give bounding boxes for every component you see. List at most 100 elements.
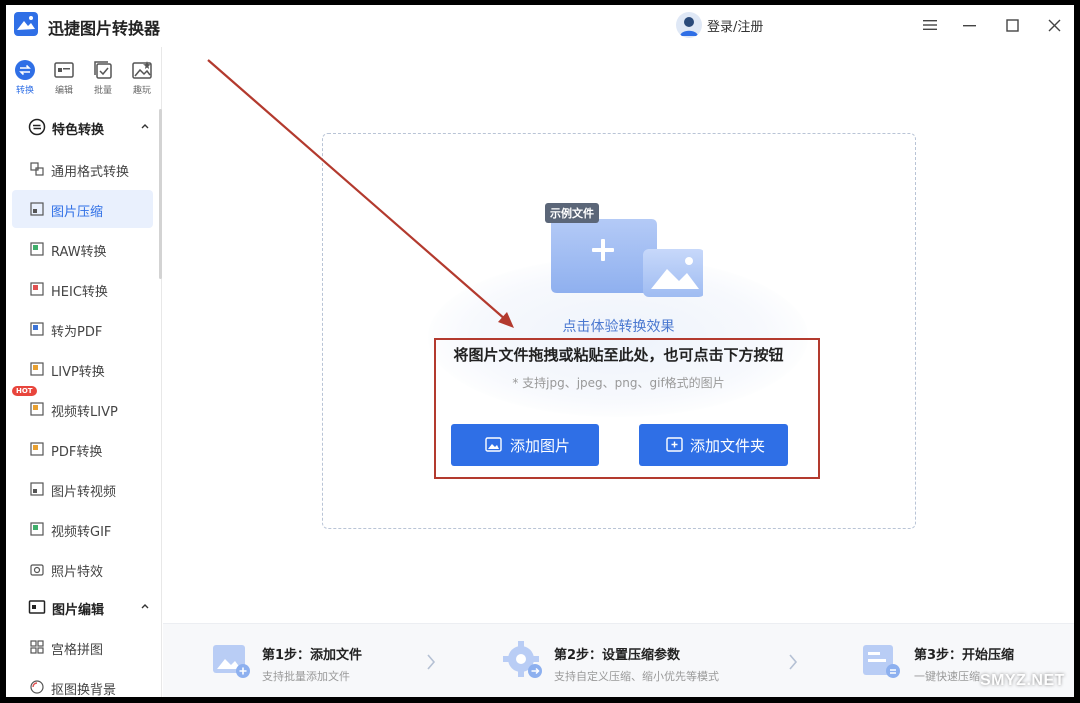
image-video-icon [30,482,44,496]
sidebar-item-label: 转为PDF [51,325,103,340]
sidebar-item-label: 图片压缩 [51,205,104,220]
gif-icon [30,522,44,536]
special-convert-icon [28,118,46,136]
sidebar-item-label: 视频转GIF [51,525,112,540]
add-folder-button[interactable]: 添加文件夹 [639,424,788,466]
minimize-button[interactable] [955,11,985,39]
add-file-step-icon [213,645,250,678]
sidebar-item-livp[interactable]: LIVP转换 [12,350,153,388]
chevron-up-icon [141,124,149,129]
livp-icon [30,362,44,376]
image-icon [485,437,502,452]
add-folder-icon [666,437,683,452]
mode-rail: 转换 编辑 批量 趣玩 [6,47,162,105]
close-icon [1048,19,1060,31]
chevron-right-icon [427,654,436,670]
sidebar-item-label: LIVP转换 [51,365,105,380]
rail-label: 趣玩 [132,86,151,96]
rail-item-edit[interactable]: 编辑 [47,55,81,101]
step-2: 第2步：设置压缩参数 支持自定义压缩、缩小优先等模式 [463,624,793,697]
cutout-icon [30,680,44,694]
section-special-convert[interactable]: 特色转换 [6,109,156,145]
step-desc: 支持自定义压缩、缩小优先等模式 [554,670,719,683]
sidebar-item-label: 通用格式转换 [51,165,130,180]
sidebar-scrollbar[interactable] [159,109,162,279]
sidebar-item-image-video[interactable]: 图片转视频 [12,470,153,508]
close-button[interactable] [1039,11,1069,39]
user-avatar-icon[interactable] [676,12,702,38]
drop-instruction: 将图片文件拖拽或粘贴至此处，也可点击下方按钮 [453,346,784,364]
sidebar-item-grid-collage[interactable]: 宫格拼图 [12,628,153,666]
sidebar-item-photo-effect[interactable]: 照片特效 [12,550,153,588]
sidebar-item-label: 视频转LIVP [51,405,118,420]
sidebar-item-label: RAW转换 [51,245,107,260]
step-title: 第2步：设置压缩参数 [554,648,681,663]
add-image-label: 添加图片 [510,437,571,455]
step-desc: 一键快速压缩 [914,670,980,683]
sidebar-item-label: 照片特效 [51,565,104,580]
add-folder-label: 添加文件夹 [690,437,766,455]
sidebar-item-label: PDF转换 [51,445,103,460]
sidebar-item-heic[interactable]: HEIC转换 [12,270,153,308]
raw-icon [30,242,44,256]
step-desc: 支持批量添加文件 [262,670,350,683]
sidebar-item-compress[interactable]: 图片压缩 [12,190,153,228]
sidebar-item-raw[interactable]: RAW转换 [12,230,153,268]
sidebar-item-cutout[interactable]: 抠图换背景 [12,668,153,697]
watermark-text: SMYZ.NET [980,672,1065,689]
sidebar-item-label: 图片转视频 [51,485,117,500]
pdf-icon [30,322,44,336]
supported-formats: * 支持jpg、jpeg、png、gif格式的图片 [512,376,725,390]
section-label: 图片编辑 [52,603,105,618]
main-content: 示例文件 点击体验转换效果 将图片文件拖拽或粘贴至此处，也可点击下方按钮 * 支… [163,47,1074,697]
settings-step-icon [503,641,542,678]
hot-badge: HOT [12,386,37,396]
sample-tag: 示例文件 [545,203,599,223]
step-1: 第1步：添加文件 支持批量添加文件 [163,624,463,697]
rail-label: 编辑 [54,86,73,96]
compress-step-icon [863,645,900,678]
menu-button[interactable] [915,11,945,39]
edit-icon [54,62,74,78]
step-title: 第1步：添加文件 [262,648,363,663]
app-window: 迅捷图片转换器 登录/注册 转换 编辑 批量 趣玩 特色转换 通用格式转换 图片… [6,5,1074,697]
app-title: 迅捷图片转换器 [48,19,161,38]
chevron-right-icon [789,654,798,670]
login-register-link[interactable]: 登录/注册 [707,16,763,35]
fun-icon [132,61,152,79]
convert-icon [15,60,35,80]
maximize-icon [1005,18,1019,32]
video-livp-icon [30,402,44,416]
try-sample-link[interactable]: 点击体验转换效果 [163,316,1074,336]
sidebar: 特色转换 通用格式转换 图片压缩 RAW转换 HEIC转换 转为PDF LIVP… [6,105,162,697]
sidebar-item-label: 抠图换背景 [51,683,117,697]
rail-item-batch[interactable]: 批量 [86,55,120,101]
minimize-icon [963,25,976,27]
sidebar-item-pdf-convert[interactable]: PDF转换 [12,430,153,468]
camera-icon [30,564,44,576]
grid-icon [30,640,44,654]
rail-label: 批量 [93,86,112,96]
pdf-convert-icon [30,442,44,456]
format-convert-icon [30,162,44,176]
steps-bar: 第1步：添加文件 支持批量添加文件 第2步：设置压缩参数 支持自定义压缩、缩小优… [163,623,1074,697]
image-edit-icon [28,600,46,614]
chevron-up-icon [141,604,149,609]
compress-icon [30,202,44,216]
step-title: 第3步：开始压缩 [914,648,1015,663]
title-bar: 迅捷图片转换器 登录/注册 [6,5,1074,47]
sidebar-item-label: 宫格拼图 [51,643,104,658]
sidebar-item-format-convert[interactable]: 通用格式转换 [12,150,153,188]
rail-item-fun[interactable]: 趣玩 [125,55,159,101]
add-image-button[interactable]: 添加图片 [451,424,599,466]
rail-item-convert[interactable]: 转换 [8,55,42,101]
section-image-edit[interactable]: 图片编辑 [6,589,156,625]
sidebar-item-label: HEIC转换 [51,285,108,300]
sidebar-item-video-gif[interactable]: 视频转GIF [12,510,153,548]
maximize-button[interactable] [997,11,1027,39]
batch-icon [94,61,112,79]
section-label: 特色转换 [52,123,105,138]
heic-icon [30,282,44,296]
app-logo-icon [14,12,38,36]
sidebar-item-to-pdf[interactable]: 转为PDF [12,310,153,348]
